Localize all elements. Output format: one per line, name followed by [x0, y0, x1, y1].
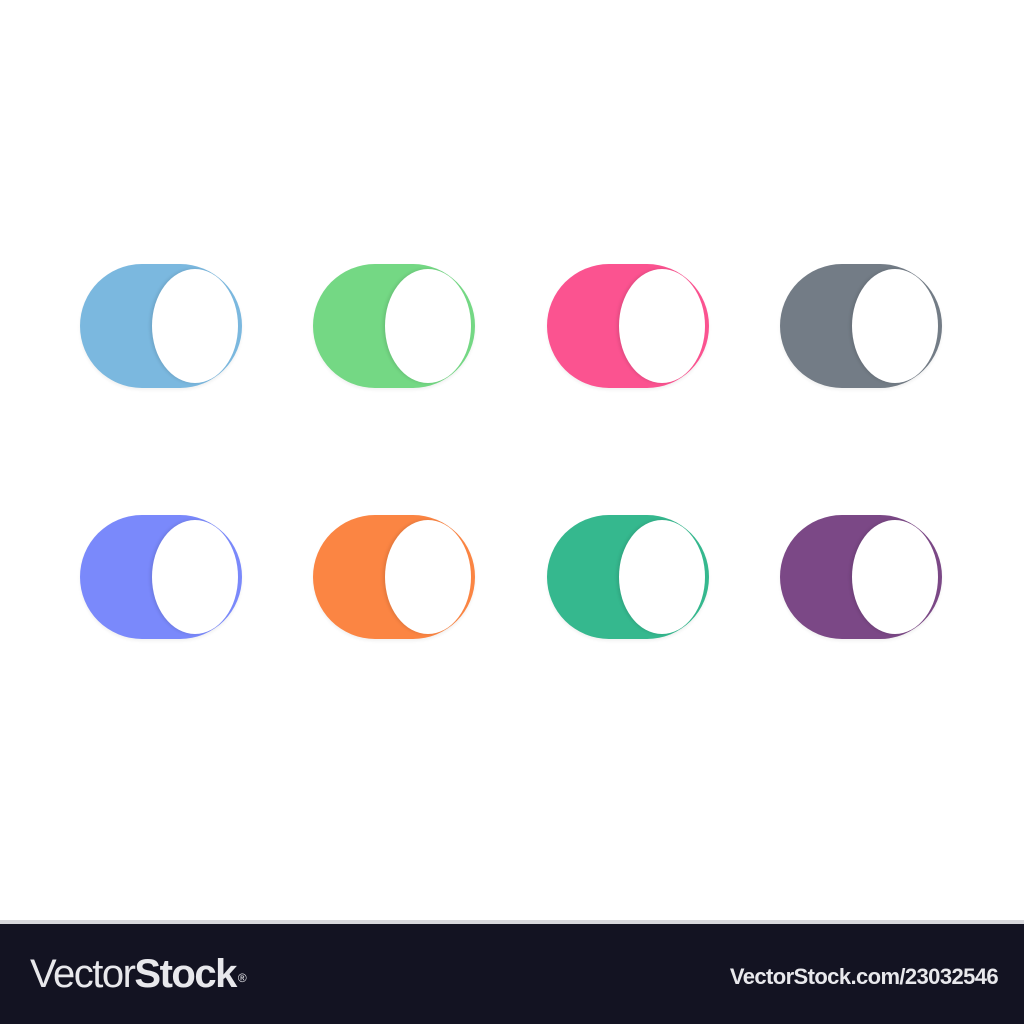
toggle-knob — [385, 520, 471, 634]
toggle-gray[interactable] — [780, 264, 942, 388]
brand-light: Vector — [30, 952, 136, 996]
page: VectorStock ® VectorStock.com/23032546 — [0, 0, 1024, 1024]
toggle-knob — [385, 269, 471, 383]
toggle-indigo[interactable] — [80, 515, 242, 639]
vectorstock-logo: VectorStock ® — [30, 948, 247, 1000]
toggle-purple[interactable] — [780, 515, 942, 639]
toggle-knob — [152, 520, 238, 634]
toggle-knob — [152, 269, 238, 383]
toggle-green[interactable] — [313, 264, 475, 388]
toggle-knob — [619, 520, 705, 634]
toggle-teal[interactable] — [547, 515, 709, 639]
toggle-orange[interactable] — [313, 515, 475, 639]
registered-mark: ® — [237, 971, 247, 985]
toggle-knob — [852, 520, 938, 634]
toggle-knob — [852, 269, 938, 383]
stock-id-url: VectorStock.com/23032546 — [729, 964, 999, 989]
watermark-footer: VectorStock ® VectorStock.com/23032546 — [0, 920, 1024, 1024]
toggle-knob — [619, 269, 705, 383]
toggle-blue[interactable] — [80, 264, 242, 388]
toggle-grid — [0, 0, 1024, 920]
toggle-pink[interactable] — [547, 264, 709, 388]
brand-bold: Stock — [134, 952, 237, 996]
